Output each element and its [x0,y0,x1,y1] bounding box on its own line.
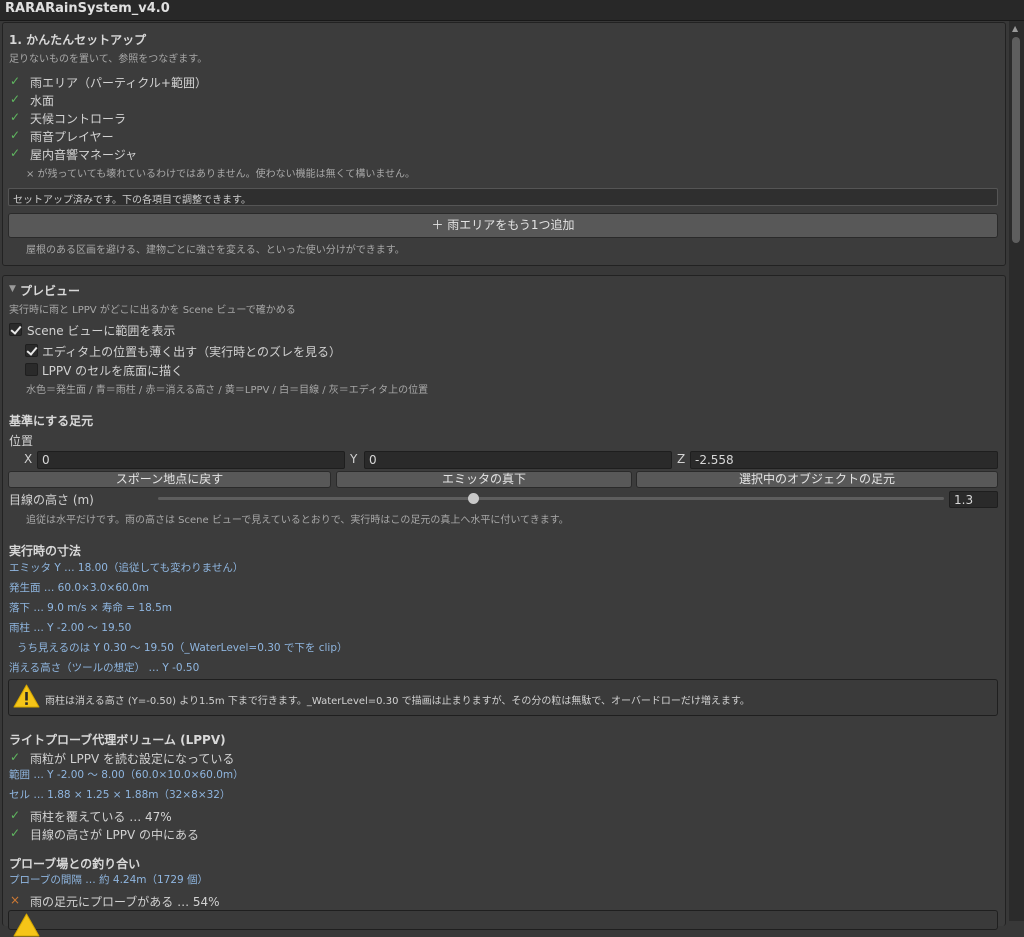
runtime-warning-text: 雨柱は消える高さ (Y=-0.50) より1.5m 下まで行きます。_Water… [45,696,750,707]
runtime-line-rain-column: 雨柱 … Y -2.00 〜 19.50 [9,622,132,634]
position-z-field[interactable]: -2.558 [690,451,998,469]
runtime-line-vanish-height: 消える高さ（ツールの想定） … Y -0.50 [9,662,200,674]
setup-item-weather-controller: 天候コントローラ [30,112,127,126]
selected-object-foot-button[interactable]: 選択中のオブジェクトの足元 [636,471,998,488]
check-icon: ✓ [10,92,21,106]
cross-icon: × [10,893,21,907]
runtime-heading: 実行時の寸法 [9,544,82,558]
setup-note: × が残っていても壊れているわけではありません。使わない機能は無くて構いません。 [26,169,416,180]
setup-subtitle: 足りないものを置いて、参照をつなぎます。 [9,54,208,65]
lppv-heading: ライトプローブ代理ボリューム (LPPV) [9,733,226,747]
show-editor-position-label: エディタ上の位置も薄く出す（実行時とのズレを見る） [42,345,342,359]
below-emitter-button[interactable]: エミッタの真下 [336,471,632,488]
setup-heading: 1. かんたんセットアップ [9,33,147,47]
eye-height-slider-track[interactable] [158,497,944,500]
probe-spacing: プローブの間隔 … 約 4.24m（1729 個） [9,874,209,886]
preview-color-legend: 水色＝発生面 / 青＝雨柱 / 赤＝消える高さ / 黄＝LPPV / 白＝目線 … [26,385,429,396]
y-label: Y [350,452,358,466]
show-range-label: Scene ビューに範囲を表示 [27,324,176,338]
foldout-arrow-icon[interactable]: ▼ [9,284,16,294]
runtime-line-emission-plane: 発生面 … 60.0×3.0×60.0m [9,582,149,594]
z-label: Z [677,452,686,466]
eye-height-field[interactable]: 1.3 [949,491,998,508]
probe-heading: プローブ場との釣り合い [9,857,141,871]
eye-height-slider-knob[interactable] [468,493,479,504]
setup-status-box: セットアップ済みです。下の各項目で調整できます。 [8,188,998,206]
lppv-range: 範囲 … Y -2.00 〜 8.00（60.0×10.0×60.0m） [9,769,244,781]
check-icon: ✓ [10,74,21,88]
foot-hint: 追従は水平だけです。雨の高さは Scene ビューで見えているとおりで、実行時は… [26,515,569,526]
check-icon: ✓ [10,110,21,124]
check-icon: ✓ [10,750,21,764]
foot-heading: 基準にする足元 [9,414,94,428]
probe-foot-coverage: 雨の足元にプローブがある … 54% [30,895,220,909]
scroll-up-arrow-icon[interactable]: ▲ [1012,24,1018,33]
scrollbar-thumb[interactable] [1012,37,1020,243]
check-icon: ✓ [10,826,21,840]
position-label: 位置 [9,434,34,448]
eye-height-label: 目線の高さ (m) [9,493,94,507]
show-range-checkbox[interactable] [9,323,22,336]
check-icon: ✓ [10,128,21,142]
setup-item-indoor-acoustics: 屋内音響マネージャ [30,148,138,162]
window-titlebar: RARARainSystem_v4.0 [0,0,1024,21]
setup-item-rain-area: 雨エリア（パーティクル+範囲） [30,76,207,90]
show-editor-position-checkbox[interactable] [25,344,38,357]
lppv-read-setting: 雨粒が LPPV を読む設定になっている [30,752,235,766]
runtime-line-emitter: エミッタ Y … 18.00（追従しても変わりません） [9,562,244,574]
draw-lppv-cells-checkbox[interactable] [25,363,38,376]
setup-item-rain-sound-player: 雨音プレイヤー [30,130,114,144]
warning-icon [13,913,40,937]
return-to-spawn-button[interactable]: スポーン地点に戻す [8,471,331,488]
add-rain-area-button[interactable]: ＋ 雨エリアをもう1つ追加 [8,213,998,238]
runtime-line-visible-range: うち見えるのは Y 0.30 〜 19.50（_WaterLevel=0.30 … [17,642,348,654]
preview-subtitle: 実行時に雨と LPPV がどこに出るかを Scene ビューで確かめる [9,305,296,316]
x-label: X [24,452,33,466]
preview-heading[interactable]: プレビュー [20,282,80,299]
lppv-coverage: 雨柱を覆えている … 47% [30,810,172,824]
lppv-eye-inside: 目線の高さが LPPV の中にある [30,828,199,842]
draw-lppv-cells-label: LPPV のセルを底面に描く [42,364,184,378]
warning-icon [13,684,40,708]
position-x-field[interactable]: 0 [37,451,345,469]
check-icon: ✓ [10,146,21,160]
position-y-field[interactable]: 0 [364,451,672,469]
runtime-line-fall: 落下 … 9.0 m/s × 寿命 = 18.5m [9,602,173,614]
setup-item-water-surface: 水面 [30,94,55,108]
check-icon: ✓ [10,808,21,822]
add-rain-area-hint: 屋根のある区画を避ける、建物ごとに強さを変える、といった使い分けができます。 [26,245,405,256]
probe-warning-box [8,910,998,930]
window-title: RARARainSystem_v4.0 [5,1,170,16]
vertical-scrollbar[interactable]: ▲ [1009,21,1024,921]
lppv-cell-size: セル … 1.88 × 1.25 × 1.88m（32×8×32） [9,789,231,801]
